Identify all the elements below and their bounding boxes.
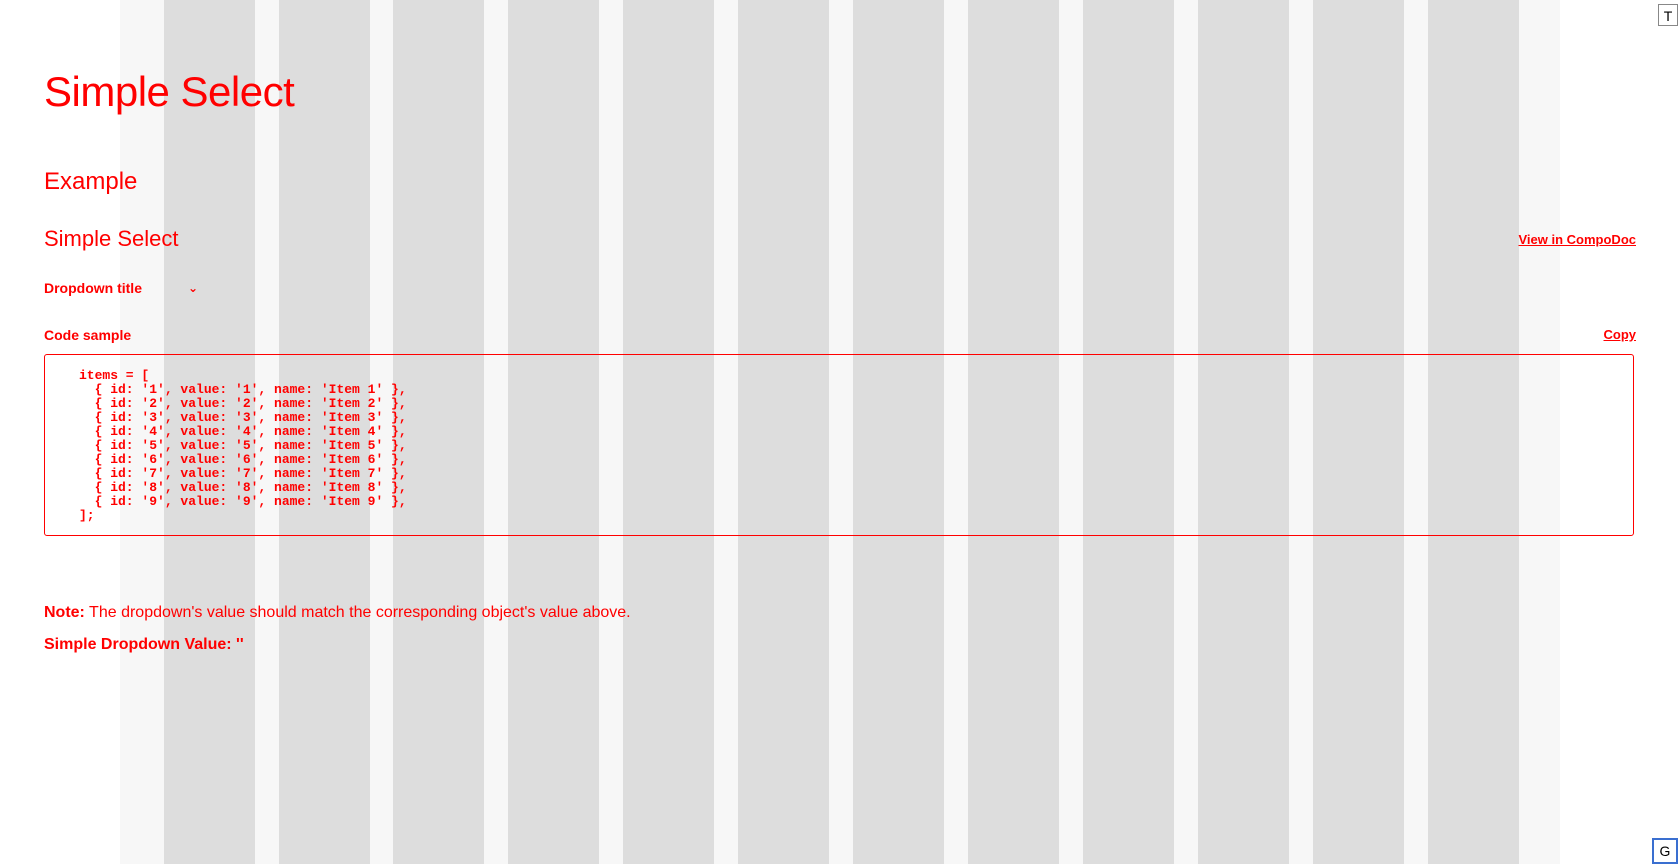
dropdown-value-label: Simple Dropdown Value:: [44, 636, 232, 653]
code-block: items = [ { id: '1', value: '1', name: '…: [79, 369, 407, 523]
code-line: { id: '5', value: '5', name: 'Item 5' },: [79, 438, 407, 453]
copy-button[interactable]: Copy: [1604, 327, 1637, 342]
code-line: { id: '8', value: '8', name: 'Item 8' },: [79, 480, 407, 495]
code-sample-label: Code sample: [44, 327, 132, 343]
code-line: ];: [79, 508, 95, 523]
code-sample-box: items = [ { id: '1', value: '1', name: '…: [44, 354, 1634, 536]
code-line: items = [: [79, 368, 150, 383]
dropdown-title: Dropdown title: [44, 280, 142, 296]
view-in-compodoc-link[interactable]: View in CompoDoc: [1519, 232, 1637, 247]
corner-toggle-button-t[interactable]: T: [1658, 4, 1678, 26]
simple-select-dropdown[interactable]: Dropdown title ⌄: [44, 278, 198, 298]
example-heading: Example: [44, 168, 138, 195]
page-title: Simple Select: [44, 68, 295, 115]
code-line: { id: '4', value: '4', name: 'Item 4' },: [79, 424, 407, 439]
code-line: { id: '9', value: '9', name: 'Item 9' },: [79, 494, 407, 509]
note-text: Note: The dropdown's value should match …: [44, 604, 631, 622]
note-body: The dropdown's value should match the co…: [84, 604, 631, 621]
code-line: { id: '6', value: '6', name: 'Item 6' },: [79, 452, 407, 467]
code-line: { id: '7', value: '7', name: 'Item 7' },: [79, 466, 407, 481]
demo-title: Simple Select: [44, 226, 179, 251]
code-line: { id: '1', value: '1', name: 'Item 1' },: [79, 382, 407, 397]
dropdown-value: '': [231, 636, 244, 653]
note-label: Note:: [44, 604, 85, 621]
dropdown-value-readout: Simple Dropdown Value: '': [44, 636, 244, 654]
code-sample-header: Code sample Copy: [44, 325, 1636, 345]
code-line: { id: '3', value: '3', name: 'Item 3' },: [79, 410, 407, 425]
corner-toggle-button-g[interactable]: G: [1652, 838, 1678, 864]
demo-header: Simple Select View in CompoDoc: [44, 226, 1636, 252]
chevron-down-icon: ⌄: [188, 281, 199, 295]
code-line: { id: '2', value: '2', name: 'Item 2' },: [79, 396, 407, 411]
